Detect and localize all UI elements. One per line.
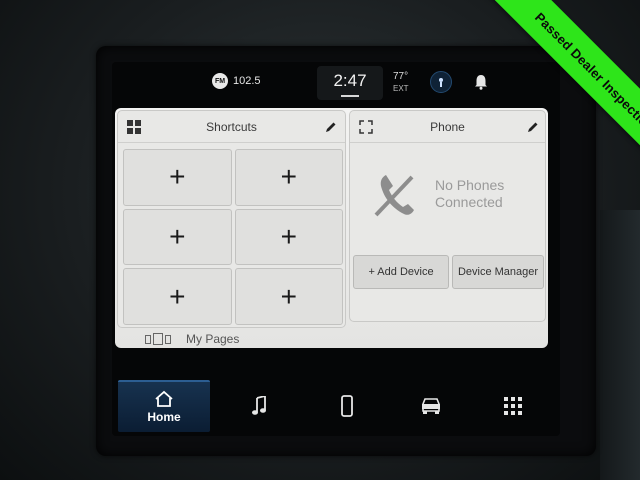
no-phones-line1: No Phones bbox=[435, 177, 505, 193]
assistant-icon[interactable] bbox=[430, 71, 452, 93]
nav-media[interactable] bbox=[234, 380, 284, 432]
clock: 2:47 bbox=[333, 71, 367, 90]
smartphone-icon bbox=[341, 395, 353, 417]
status-bar: FM 102.5 2:47 77° EXT bbox=[112, 62, 560, 102]
no-phones-message: No Phones Connected bbox=[435, 177, 504, 211]
pages-icon bbox=[145, 332, 171, 350]
fm-badge: FM bbox=[212, 73, 228, 89]
phone-disconnected-icon bbox=[372, 171, 418, 224]
plus-icon: + bbox=[169, 220, 186, 252]
shortcuts-header: Shortcuts bbox=[118, 111, 345, 143]
shortcut-tile-3[interactable]: + bbox=[123, 208, 232, 266]
nav-home-label: Home bbox=[147, 410, 181, 424]
plus-icon: + bbox=[280, 161, 297, 193]
shortcut-tile-2[interactable]: + bbox=[234, 149, 343, 206]
no-phones-line2: Connected bbox=[435, 194, 503, 210]
apps-grid-icon bbox=[504, 397, 522, 415]
nav-apps[interactable] bbox=[488, 380, 538, 432]
clock-underline bbox=[341, 95, 359, 97]
my-pages-bar[interactable]: My Pages bbox=[115, 330, 346, 348]
plus-icon: + bbox=[280, 280, 297, 312]
edit-phone-pencil-icon[interactable] bbox=[525, 119, 541, 135]
shortcut-tile-4[interactable]: + bbox=[234, 208, 343, 266]
home-icon bbox=[155, 390, 173, 407]
dashboard-vent bbox=[600, 210, 640, 480]
temperature-label: EXT bbox=[393, 84, 409, 93]
phone-panel: Phone No Phones Connected + Add Device D… bbox=[349, 110, 546, 322]
music-note-icon bbox=[252, 396, 266, 415]
shortcuts-title: Shortcuts bbox=[206, 120, 257, 134]
shortcut-tile-1[interactable]: + bbox=[123, 149, 232, 206]
exterior-temperature: 77° EXT bbox=[393, 71, 409, 95]
plus-icon: + bbox=[169, 161, 186, 193]
plus-icon: + bbox=[169, 280, 186, 312]
shortcut-grid: + + + + + + bbox=[123, 149, 343, 325]
shortcut-tile-5[interactable]: + bbox=[123, 268, 232, 325]
phone-title: Phone bbox=[430, 120, 465, 134]
clock-box[interactable]: 2:47 bbox=[317, 66, 383, 100]
shortcuts-panel: Shortcuts + + + + + + bbox=[117, 110, 346, 328]
radio-indicator[interactable]: FM 102.5 bbox=[212, 73, 261, 89]
my-pages-label: My Pages bbox=[186, 332, 240, 346]
shortcut-tile-6[interactable]: + bbox=[234, 268, 343, 325]
phone-header: Phone bbox=[350, 111, 545, 143]
nav-vehicle[interactable] bbox=[406, 380, 456, 432]
home-content: Shortcuts + + + + + + My Pages Phone No … bbox=[115, 108, 548, 348]
nav-home[interactable]: Home bbox=[118, 380, 210, 432]
bottom-navigation: Home bbox=[112, 380, 560, 432]
truck-icon bbox=[422, 398, 440, 414]
plus-icon: + bbox=[280, 220, 297, 252]
device-manager-button[interactable]: Device Manager bbox=[452, 255, 544, 289]
edit-shortcuts-pencil-icon[interactable] bbox=[323, 119, 339, 135]
notification-bell-icon[interactable] bbox=[472, 72, 490, 92]
add-device-button[interactable]: + Add Device bbox=[353, 255, 449, 289]
nav-phone[interactable] bbox=[322, 380, 372, 432]
temperature-value: 77° bbox=[393, 71, 409, 82]
radio-station: 102.5 bbox=[233, 75, 261, 87]
infotainment-screen: FM 102.5 2:47 77° EXT Shortcuts + + + + … bbox=[112, 62, 560, 436]
